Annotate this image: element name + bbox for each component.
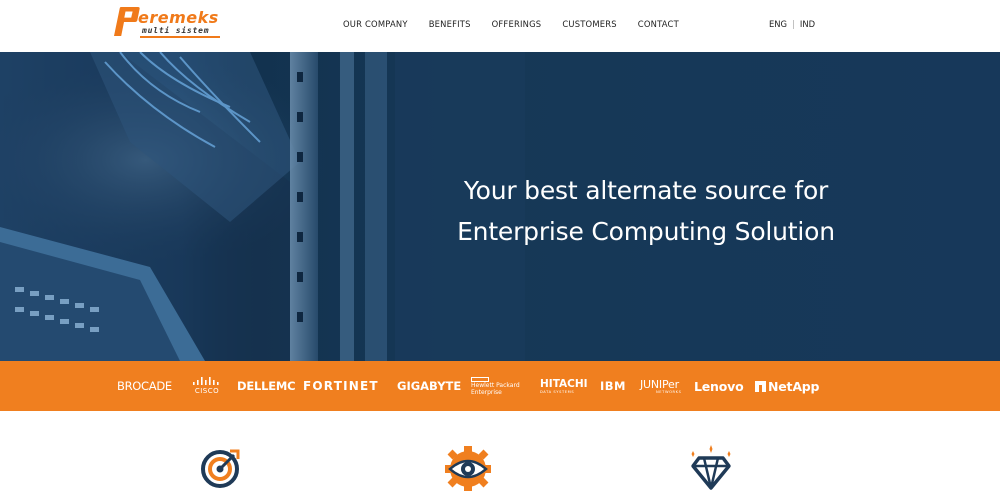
- brand-juniper-label: JUNIPer: [640, 377, 679, 391]
- brand-hpe[interactable]: Hewlett Packard Enterprise: [471, 361, 520, 411]
- brand-juniper[interactable]: JUNIPer NETWORKS: [640, 361, 681, 411]
- feature-target-icon: [200, 441, 250, 491]
- logo-underline: [140, 36, 220, 38]
- brand-cisco-label: CISCO: [194, 387, 220, 395]
- brand-lenovo[interactable]: Lenovo: [694, 361, 744, 411]
- brand-juniper-sub: NETWORKS: [656, 389, 682, 394]
- brand-hitachi[interactable]: HITACHI DATA SYSTEMS: [540, 361, 588, 411]
- brand-gigabyte[interactable]: GIGABYTE: [397, 361, 461, 411]
- hero-title: Your best alternate source for Enterpris…: [440, 170, 852, 252]
- brand-ibm-label: IBM: [600, 379, 626, 393]
- brand-brocade[interactable]: BROCADE: [117, 361, 172, 411]
- brand-dellemc[interactable]: DELLEMC: [237, 361, 296, 411]
- brand-netapp[interactable]: NetApp: [755, 361, 819, 411]
- hero-title-line-1: Your best alternate source for: [463, 176, 829, 205]
- nav-offerings[interactable]: OFFERINGS: [492, 19, 542, 29]
- brand-lenovo-label: Lenovo: [694, 378, 744, 394]
- cisco-bars-icon: [193, 377, 219, 385]
- language-switcher: ENG | IND: [769, 19, 815, 29]
- brand-cisco[interactable]: CISCO: [192, 361, 222, 411]
- brand-hitachi-sub: DATA SYSTEMS: [540, 389, 575, 394]
- brand-fortinet[interactable]: FORTINET: [303, 361, 379, 411]
- brand-ibm[interactable]: IBM: [600, 361, 626, 411]
- netapp-square-icon: [755, 380, 766, 392]
- hero-banner: Your best alternate source for Enterpris…: [0, 52, 1000, 361]
- feature-eye-gear-icon: [442, 441, 492, 491]
- lang-eng[interactable]: ENG: [769, 19, 787, 29]
- diamond-icon: [691, 445, 731, 490]
- nav-benefits[interactable]: BENEFITS: [429, 19, 471, 29]
- brand-hpe-line-2: Enterprise: [471, 388, 502, 396]
- logo-tagline: multi sistem: [142, 26, 210, 35]
- logo-wordmark: eremeks: [138, 8, 219, 27]
- brand-dellemc-label: DELLEMC: [237, 379, 296, 393]
- nav-customers[interactable]: CUSTOMERS: [562, 19, 616, 29]
- brand-gigabyte-label: GIGABYTE: [397, 379, 462, 393]
- nav-our-company[interactable]: OUR COMPANY: [343, 19, 408, 29]
- brand-hitachi-label: HITACHI: [540, 377, 588, 390]
- feature-diamond-icon: [688, 441, 738, 491]
- lang-separator: |: [792, 19, 795, 29]
- brand-brocade-label: BROCADE: [117, 379, 172, 393]
- nav-contact[interactable]: CONTACT: [638, 19, 679, 29]
- eye-gear-icon: [445, 446, 491, 491]
- logo-p-mark-icon: [114, 7, 140, 36]
- partner-logos-strip: BROCADE CISCO DELLEMC FORTINET GIGABYTE …: [0, 361, 1000, 411]
- target-icon: [201, 449, 240, 488]
- lang-ind[interactable]: IND: [800, 19, 815, 29]
- main-nav: OUR COMPANY BENEFITS OFFERINGS CUSTOMERS…: [343, 19, 700, 29]
- site-logo[interactable]: eremeks multi sistem: [112, 5, 222, 41]
- brand-fortinet-label: FORTINET: [303, 379, 379, 393]
- brand-netapp-label: NetApp: [768, 378, 820, 394]
- brand-hpe-line-1: Hewlett Packard: [471, 381, 520, 389]
- site-header: eremeks multi sistem OUR COMPANY BENEFIT…: [0, 0, 1000, 52]
- hero-title-line-2: Enterprise Computing Solution: [457, 217, 835, 246]
